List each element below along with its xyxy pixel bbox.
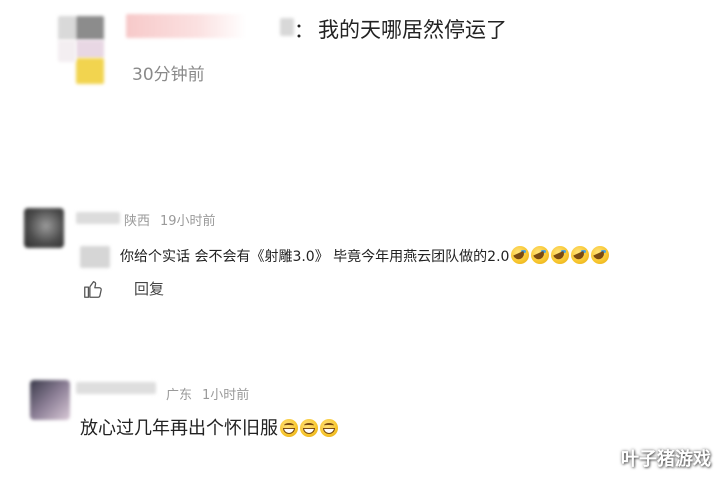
- reply-text: 放心过几年再出个怀旧服: [80, 418, 278, 439]
- username-tail-blurred: [280, 18, 294, 36]
- mention-blurred: [80, 246, 110, 268]
- watermark: 叶子猪游戏: [621, 449, 711, 470]
- grinning-emoji: [280, 419, 298, 437]
- reply-item: 广东 1小时前 放心过几年再出个怀旧服: [0, 372, 719, 452]
- username-blurred[interactable]: [76, 382, 156, 394]
- username-blurred[interactable]: [76, 212, 120, 224]
- reply-time: 1小时前: [202, 388, 250, 403]
- crying-emoji: [591, 246, 610, 264]
- top-comment: ： 我的天哪居然停运了 30分钟前: [0, 0, 719, 100]
- reply-item: 陕西 19小时前 你给个实话 会不会有《射雕3.0》 毕竟今年用燕云团队做的2.…: [0, 200, 719, 310]
- username-blurred[interactable]: [126, 14, 246, 38]
- crying-emoji: [531, 246, 550, 264]
- reply-location: 广东: [166, 388, 193, 403]
- crying-emoji: [571, 246, 590, 264]
- like-button[interactable]: [82, 278, 104, 300]
- reply-body: 放心过几年再出个怀旧服: [80, 414, 338, 440]
- avatar[interactable]: [52, 14, 104, 88]
- grinning-emoji: [300, 419, 318, 437]
- crying-emoji: [551, 246, 570, 264]
- reply-time: 19小时前: [160, 214, 216, 229]
- reply-text: 你给个实话 会不会有《射雕3.0》 毕竟今年用燕云团队做的2.0: [120, 249, 510, 265]
- avatar[interactable]: [24, 208, 64, 248]
- grinning-emoji: [320, 419, 338, 437]
- reply-location: 陕西: [124, 214, 151, 229]
- comment-text: 我的天哪居然停运了: [318, 18, 507, 42]
- reply-button[interactable]: 回复: [134, 278, 164, 299]
- colon-separator: ：: [294, 18, 314, 42]
- avatar[interactable]: [30, 380, 70, 420]
- thumbs-up-icon: [84, 281, 102, 298]
- comment-time: 30分钟前: [132, 65, 205, 85]
- reply-body: 你给个实话 会不会有《射雕3.0》 毕竟今年用燕云团队做的2.0: [120, 246, 710, 266]
- crying-emoji: [511, 246, 530, 264]
